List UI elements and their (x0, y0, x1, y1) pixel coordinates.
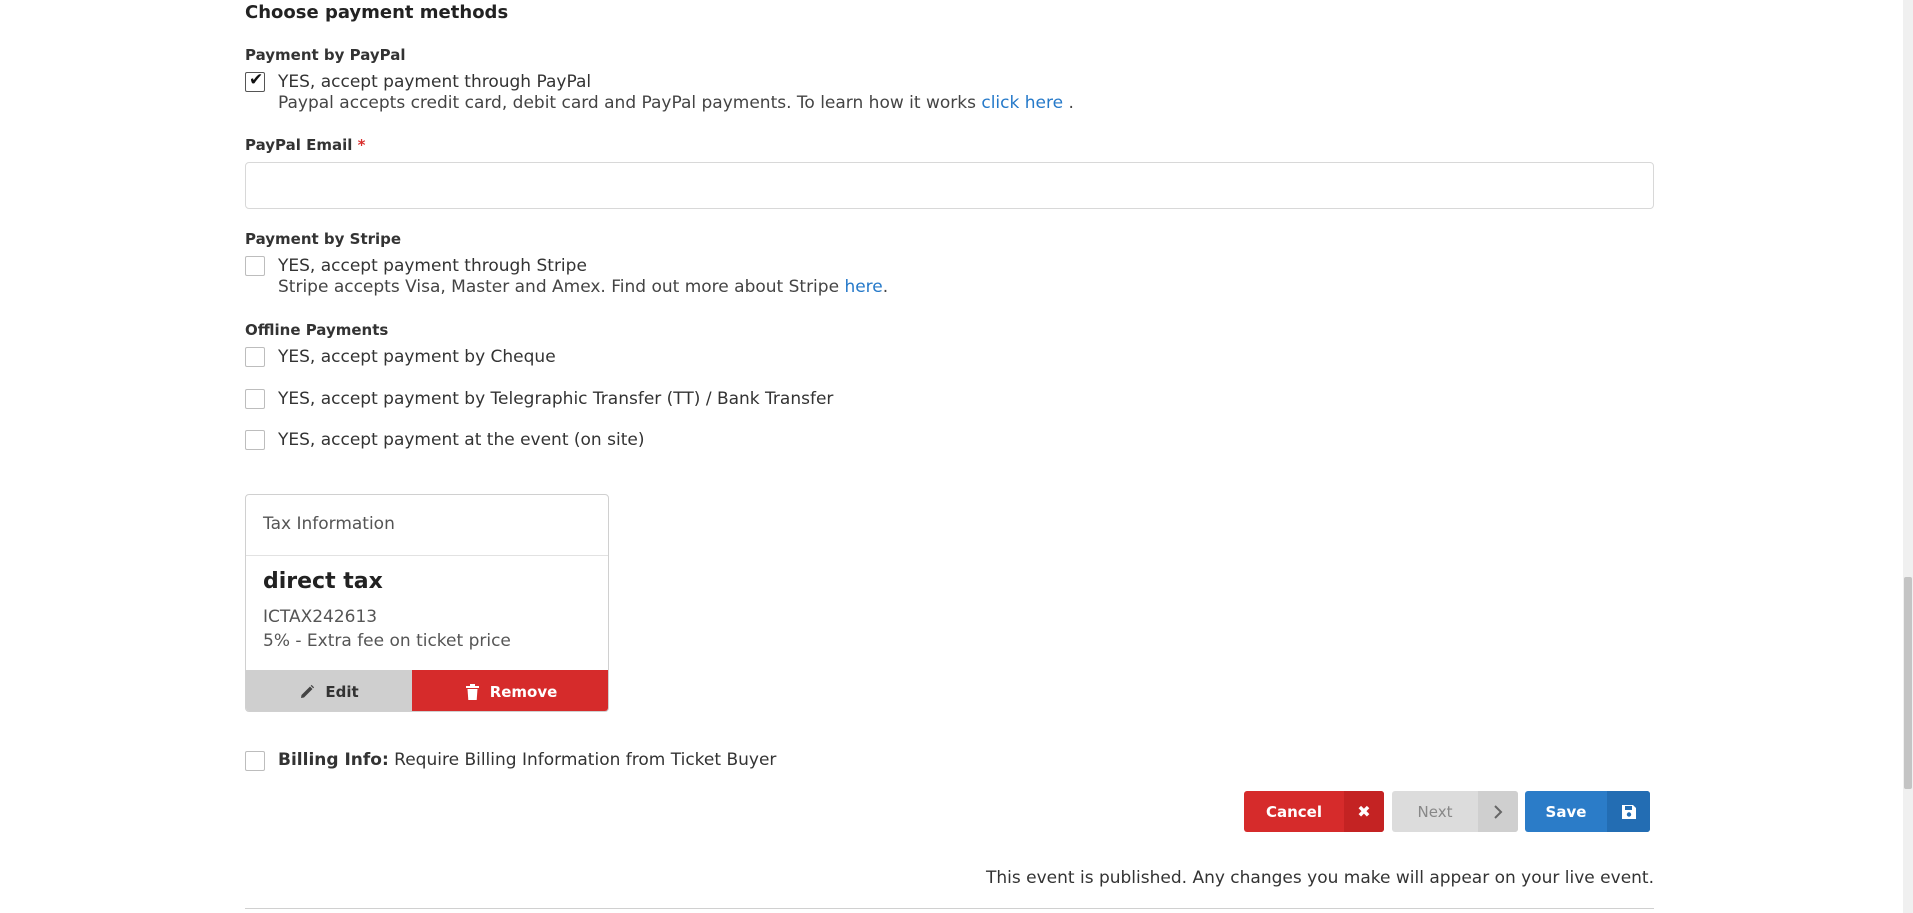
checkmark-icon: ✔ (249, 70, 264, 90)
paypal-checkbox-label[interactable]: YES, accept payment through PayPal (278, 72, 591, 92)
paypal-email-label-text: PayPal Email (245, 136, 353, 154)
paypal-link-suffix: . (1063, 93, 1074, 113)
remove-button-label: Remove (489, 682, 558, 701)
pencil-icon (301, 684, 315, 698)
scrollbar-thumb[interactable] (1904, 577, 1912, 789)
paypal-checkbox[interactable]: ✔ (245, 70, 265, 92)
onsite-payment-checkbox-label[interactable]: YES, accept payment at the event (on sit… (278, 430, 644, 450)
cancel-button-label: Cancel (1265, 802, 1322, 821)
paypal-email-label: PayPal Email * (245, 136, 365, 154)
cheque-checkbox[interactable] (245, 347, 265, 367)
paypal-description: Paypal accepts credit card, debit card a… (278, 93, 1074, 113)
required-marker: * (357, 136, 366, 154)
published-notice: This event is published. Any changes you… (986, 868, 1654, 888)
cheque-checkbox-label[interactable]: YES, accept payment by Cheque (278, 347, 556, 367)
paypal-section-label: Payment by PayPal (245, 46, 406, 64)
paypal-learn-more-link[interactable]: click here (981, 93, 1063, 113)
billing-info-text: Require Billing Information from Ticket … (388, 750, 777, 770)
stripe-checkbox[interactable] (245, 256, 265, 276)
edit-tax-button[interactable]: Edit (246, 670, 412, 711)
bank-transfer-checkbox[interactable] (245, 389, 265, 409)
remove-tax-button[interactable]: Remove (412, 670, 608, 711)
trash-icon (465, 683, 479, 700)
divider (245, 908, 1654, 909)
billing-info-bold: Billing Info: (278, 750, 389, 770)
stripe-section-label: Payment by Stripe (245, 230, 402, 248)
floppy-disk-icon (1607, 791, 1650, 832)
onsite-payment-checkbox[interactable] (245, 430, 265, 450)
stripe-description: Stripe accepts Visa, Master and Amex. Fi… (278, 277, 888, 297)
tax-card-header: Tax Information (246, 495, 608, 556)
stripe-checkbox-label[interactable]: YES, accept payment through Stripe (278, 256, 587, 276)
billing-info-label[interactable]: Billing Info: Require Billing Informatio… (278, 750, 776, 770)
tax-name: direct tax (263, 569, 383, 594)
stripe-description-text: Stripe accepts Visa, Master and Amex. Fi… (278, 277, 840, 297)
cancel-button[interactable]: Cancel ✖ (1244, 791, 1384, 832)
bank-transfer-checkbox-label[interactable]: YES, accept payment by Telegraphic Trans… (278, 389, 833, 409)
section-title: Choose payment methods (245, 2, 509, 23)
next-button-label: Next (1417, 802, 1453, 821)
tax-code: ICTAX242613 (263, 607, 378, 627)
paypal-email-input[interactable] (245, 162, 1654, 209)
billing-info-checkbox[interactable] (245, 751, 265, 771)
chevron-right-icon (1478, 791, 1518, 832)
stripe-more-link[interactable]: here (844, 277, 882, 297)
stripe-link-suffix: . (882, 277, 889, 297)
paypal-description-text: Paypal accepts credit card, debit card a… (278, 93, 976, 113)
offline-section-label: Offline Payments (245, 321, 389, 339)
close-icon: ✖ (1344, 791, 1384, 832)
tax-rate: 5% - Extra fee on ticket price (263, 631, 511, 651)
edit-button-label: Edit (325, 682, 359, 701)
next-button[interactable]: Next (1392, 791, 1518, 832)
save-button-label: Save (1545, 802, 1587, 821)
save-button[interactable]: Save (1525, 791, 1650, 832)
tax-info-card: Tax Information direct tax ICTAX242613 5… (245, 494, 609, 712)
tax-card-title: Tax Information (263, 514, 395, 534)
